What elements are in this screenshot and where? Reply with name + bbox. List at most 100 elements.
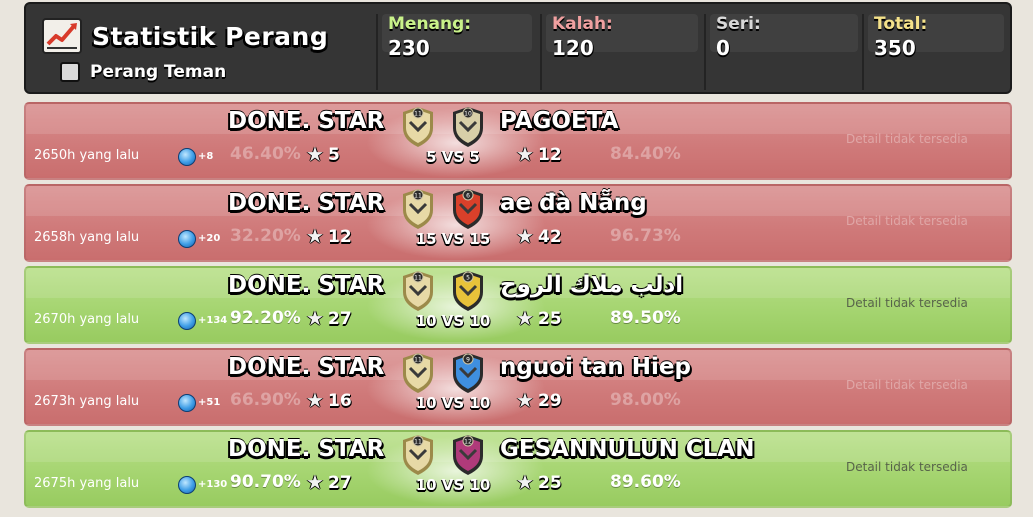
stat-losses-label: Kalah:: [552, 14, 613, 34]
own-destruction-percent: 90.70%: [230, 472, 301, 492]
star-icon: ★: [306, 224, 324, 248]
stat-total: Total: 350: [862, 14, 1008, 90]
star-icon: ★: [306, 470, 324, 494]
own-stars: 27: [328, 309, 352, 329]
stat-total-label: Total:: [874, 14, 928, 34]
opponent-destruction-percent: 89.60%: [610, 472, 681, 492]
star-icon: ★: [516, 388, 534, 412]
own-clan-name: DONE. STAR: [228, 190, 385, 216]
clan-xp-gain: +51: [198, 397, 221, 408]
stat-wins-label: Menang:: [388, 14, 472, 34]
star-icon: ★: [516, 306, 534, 330]
opponent-clan-name: ae đà Nẵng: [500, 190, 647, 216]
war-log-screen: Statistik Perang Perang Teman Menang: 23…: [0, 0, 1033, 517]
clan-xp-icon: [178, 148, 196, 166]
opponent-destruction-percent: 84.40%: [610, 144, 681, 164]
opponent-badge-level: 12: [464, 439, 472, 446]
opponent-clan-badge-icon: 10: [450, 106, 486, 148]
own-badge-level: 11: [414, 439, 422, 446]
war-time-ago: 2650h yang lalu: [34, 148, 140, 163]
own-clan-badge-icon: 11: [400, 352, 436, 394]
war-size: 10 VS 10: [415, 476, 491, 494]
war-time-ago: 2673h yang lalu: [34, 394, 140, 409]
opponent-stars: 42: [538, 227, 562, 247]
star-icon: ★: [306, 306, 324, 330]
war-log-row[interactable]: 2673h yang lalu +51 DONE. STAR nguoi tan Hi…: [24, 348, 1012, 426]
clan-xp-icon: [178, 394, 196, 412]
own-clan-badge-icon: 11: [400, 106, 436, 148]
detail-unavailable-text: Detail tidak tersedia: [846, 378, 968, 392]
own-clan-name: DONE. STAR: [228, 272, 385, 298]
war-time-ago: 2670h yang lalu: [34, 312, 140, 327]
stat-total-value: 350: [874, 36, 916, 60]
own-destruction-percent: 46.40%: [230, 144, 301, 164]
opponent-stars: 12: [538, 145, 562, 165]
own-clan-badge-icon: 11: [400, 434, 436, 476]
own-destruction-percent: 92.20%: [230, 308, 301, 328]
own-destruction-percent: 32.20%: [230, 226, 301, 246]
opponent-clan-name: PAGOETA: [500, 108, 619, 134]
war-log-row[interactable]: 2670h yang lalu +134 DONE. STAR ادلب ملاك ا…: [24, 266, 1012, 344]
chart-icon: [42, 18, 82, 54]
clan-xp-icon: [178, 230, 196, 248]
stat-losses-value: 120: [552, 36, 594, 60]
star-icon: ★: [306, 388, 324, 412]
own-stars: 27: [328, 473, 352, 493]
star-icon: ★: [306, 142, 324, 166]
own-badge-level: 11: [414, 111, 422, 118]
opponent-stars: 25: [538, 473, 562, 493]
own-clan-name: DONE. STAR: [228, 108, 385, 134]
own-badge-level: 11: [414, 357, 422, 364]
stat-draws-label: Seri:: [716, 14, 761, 34]
star-icon: ★: [516, 142, 534, 166]
opponent-clan-badge-icon: 12: [450, 434, 486, 476]
war-size: 5 VS 5: [426, 148, 480, 166]
clan-xp-icon: [178, 312, 196, 330]
war-time-ago: 2658h yang lalu: [34, 230, 140, 245]
own-clan-badge-icon: 11: [400, 270, 436, 312]
war-stats-header: Statistik Perang Perang Teman Menang: 23…: [24, 2, 1012, 94]
detail-unavailable-text: Detail tidak tersedia: [846, 214, 968, 228]
opponent-badge-level: 5: [466, 275, 470, 282]
war-log-row[interactable]: 2658h yang lalu +20 DONE. STAR ae đà Nẵng 11…: [24, 184, 1012, 262]
title-area: Statistik Perang Perang Teman: [36, 12, 376, 92]
opponent-stars: 25: [538, 309, 562, 329]
page-title: Statistik Perang: [92, 22, 329, 51]
own-stars: 5: [328, 145, 340, 165]
friendly-war-label: Perang Teman: [90, 62, 227, 82]
star-icon: ★: [516, 470, 534, 494]
opponent-destruction-percent: 89.50%: [610, 308, 681, 328]
own-badge-level: 11: [414, 275, 422, 282]
opponent-destruction-percent: 98.00%: [610, 390, 681, 410]
opponent-badge-level: 9: [466, 357, 470, 364]
clan-xp-gain: +130: [198, 479, 228, 490]
stat-wins-value: 230: [388, 36, 430, 60]
own-badge-level: 11: [414, 193, 422, 200]
own-stars: 12: [328, 227, 352, 247]
clan-xp-gain: +8: [198, 151, 214, 162]
own-destruction-percent: 66.90%: [230, 390, 301, 410]
opponent-badge-level: 6: [466, 193, 470, 200]
opponent-clan-badge-icon: 9: [450, 352, 486, 394]
detail-unavailable-text: Detail tidak tersedia: [846, 460, 968, 474]
stat-draws-value: 0: [716, 36, 730, 60]
opponent-destruction-percent: 96.73%: [610, 226, 681, 246]
opponent-stars: 29: [538, 391, 562, 411]
own-clan-badge-icon: 11: [400, 188, 436, 230]
opponent-clan-name: GESANNULUN CLAN: [500, 436, 755, 462]
opponent-clan-badge-icon: 6: [450, 188, 486, 230]
war-size: 10 VS 10: [415, 394, 491, 412]
clan-xp-gain: +134: [198, 315, 228, 326]
detail-unavailable-text: Detail tidak tersedia: [846, 296, 968, 310]
friendly-war-checkbox[interactable]: [60, 62, 80, 82]
war-log-row[interactable]: 2650h yang lalu +8 DONE. STAR PAGOETA 11 10 46…: [24, 102, 1012, 180]
own-stars: 16: [328, 391, 352, 411]
stat-losses: Kalah: 120: [540, 14, 702, 90]
war-log-row[interactable]: 2675h yang lalu +130 DONE. STAR GESANNULUN …: [24, 430, 1012, 508]
stat-wins: Menang: 230: [376, 14, 536, 90]
war-size: 10 VS 10: [415, 312, 491, 330]
opponent-clan-badge-icon: 5: [450, 270, 486, 312]
stat-draws: Seri: 0: [704, 14, 862, 90]
own-clan-name: DONE. STAR: [228, 354, 385, 380]
opponent-clan-name: nguoi tan Hiep: [500, 354, 691, 380]
